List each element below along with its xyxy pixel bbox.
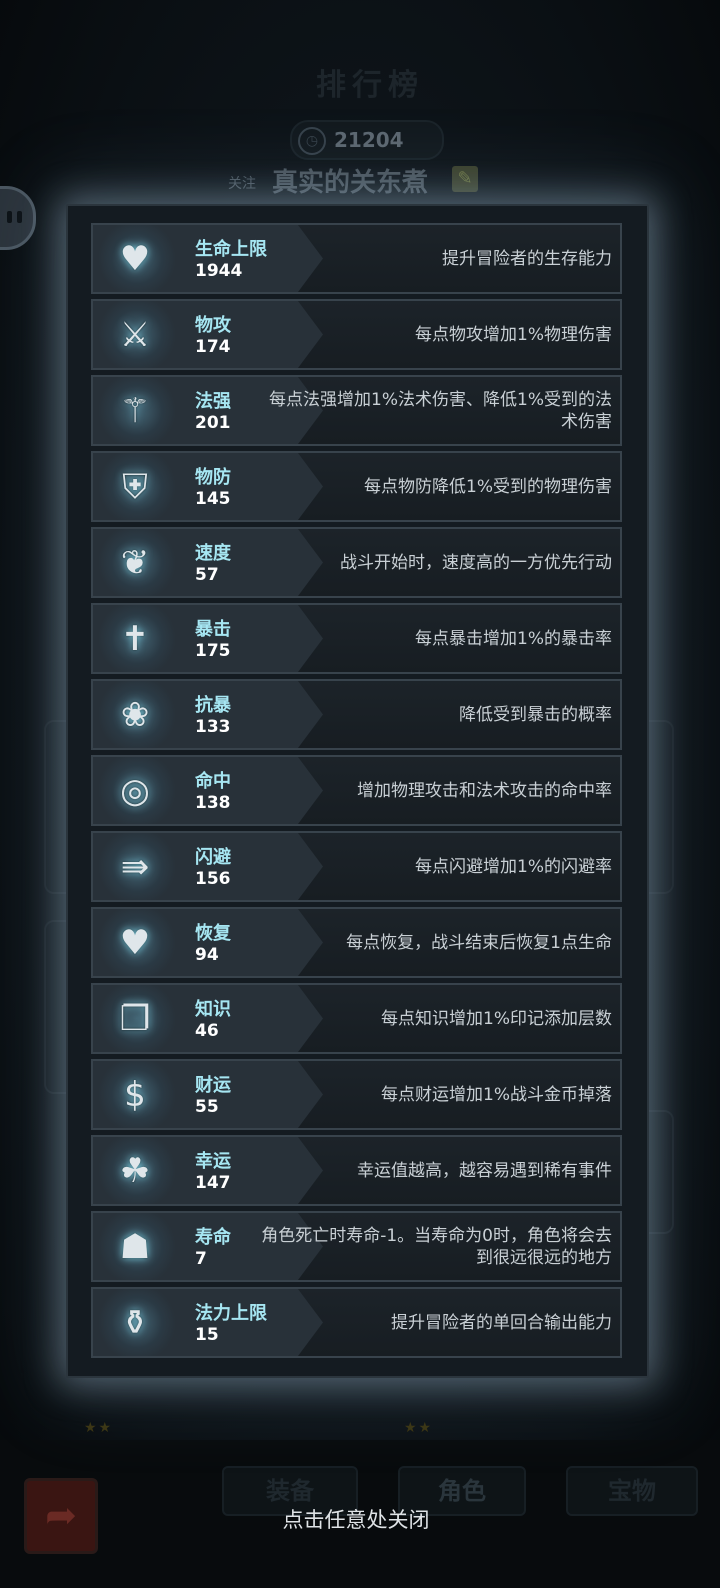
stat-value: 156	[195, 869, 231, 889]
crit-resist-icon: ❀	[120, 695, 150, 735]
stat-value: 55	[195, 1097, 219, 1117]
stat-description: 每点暴击增加1%的暴击率	[415, 628, 612, 649]
coin-icon: $	[124, 1075, 146, 1115]
stat-row-luck: ☘ 幸运 147 幸运值越高，越容易遇到稀有事件	[91, 1135, 622, 1206]
stat-description: 每点物攻增加1%物理伤害	[415, 324, 612, 345]
coin-counter: ◷ 21204	[290, 120, 444, 160]
pause-bar	[7, 211, 12, 223]
stat-label: 寿命	[195, 1227, 231, 1248]
stat-row-physical-defense: ⛨ 物防 145 每点物防降低1%受到的物理伤害	[91, 451, 622, 522]
edit-icon: ✎	[452, 166, 478, 192]
coin-icon: ◷	[298, 127, 326, 155]
stat-description: 每点知识增加1%印记添加层数	[381, 1008, 612, 1029]
magic-staff-icon: ⚚	[119, 391, 151, 431]
stat-row-recovery: ♥ 恢复 94 每点恢复，战斗结束后恢复1点生命	[91, 907, 622, 978]
heart-up-icon: ♥	[119, 239, 151, 279]
stat-row-hp: ♥ 生命上限 1944 提升冒险者的生存能力	[91, 223, 622, 294]
background-title: 排行榜	[316, 68, 424, 103]
stat-value: 7	[195, 1249, 207, 1269]
stat-value: 94	[195, 945, 219, 965]
stat-value: 46	[195, 1021, 219, 1041]
sword-icon: ⚔	[119, 315, 151, 355]
coin-amount: 21204	[334, 128, 404, 152]
stat-row-crit: ✝ 暴击 175 每点暴击增加1%的暴击率	[91, 603, 622, 674]
stat-description: 降低受到暴击的概率	[459, 704, 612, 725]
stat-value: 57	[195, 565, 219, 585]
clover-icon: ☘	[119, 1151, 151, 1191]
stat-value: 138	[195, 793, 231, 813]
stat-label: 抗暴	[195, 695, 231, 716]
winged-boot-icon: ❦	[120, 543, 150, 583]
stat-row-dodge: ⇛ 闪避 156 每点闪避增加1%的闪避率	[91, 831, 622, 902]
stat-row-wealth: $ 财运 55 每点财运增加1%战斗金币掉落	[91, 1059, 622, 1130]
tombstone-icon: ☗	[119, 1227, 151, 1267]
stat-value: 174	[195, 337, 231, 357]
stat-description: 提升冒险者的单回合输出能力	[391, 1312, 612, 1333]
pause-bar	[17, 211, 22, 223]
player-name: 真实的关东煮	[272, 168, 429, 198]
stat-label: 速度	[195, 543, 231, 564]
stat-label: 物攻	[195, 315, 231, 336]
stat-label: 法强	[195, 391, 231, 412]
stat-label: 恢复	[195, 923, 231, 944]
background-stars: ★★	[84, 1420, 114, 1436]
stat-description: 提升冒险者的生存能力	[442, 248, 612, 269]
stat-description: 增加物理攻击和法术攻击的命中率	[357, 780, 612, 801]
background-stars: ★★	[404, 1420, 434, 1436]
stat-value: 133	[195, 717, 231, 737]
mana-flask-icon: ⚱	[120, 1303, 150, 1343]
heal-heart-icon: ♥	[119, 923, 151, 963]
stat-description: 每点物防降低1%受到的物理伤害	[364, 476, 612, 497]
stat-description: 幸运值越高，越容易遇到稀有事件	[357, 1160, 612, 1181]
stat-value: 201	[195, 413, 231, 433]
book-icon: ❐	[119, 999, 151, 1039]
tap-anywhere-to-close[interactable]: 点击任意处关闭	[0, 1504, 712, 1534]
stat-row-speed: ❦ 速度 57 战斗开始时，速度高的一方优先行动	[91, 527, 622, 598]
stat-row-magic-power: ⚚ 法强 201 每点法强增加1%法术伤害、降低1%受到的法术伤害	[91, 375, 622, 446]
stat-description: 每点财运增加1%战斗金币掉落	[381, 1084, 612, 1105]
stat-label: 幸运	[195, 1151, 231, 1172]
stat-description: 战斗开始时，速度高的一方优先行动	[340, 552, 612, 573]
stat-label: 闪避	[195, 847, 231, 868]
stat-row-max-mana: ⚱ 法力上限 15 提升冒险者的单回合输出能力	[91, 1287, 622, 1358]
stat-label: 知识	[195, 999, 231, 1020]
crit-icon: ✝	[120, 619, 150, 659]
stat-row-accuracy: ◎ 命中 138 增加物理攻击和法术攻击的命中率	[91, 755, 622, 826]
stat-label: 物防	[195, 467, 231, 488]
stat-label: 命中	[195, 771, 231, 792]
stat-row-physical-attack: ⚔ 物攻 174 每点物攻增加1%物理伤害	[91, 299, 622, 370]
stat-description: 每点法强增加1%法术伤害、降低1%受到的法术伤害	[269, 389, 612, 432]
stat-value: 147	[195, 1173, 231, 1193]
stat-row-lifespan: ☗ 寿命 7 角色死亡时寿命-1。当寿命为0时，角色将会去到很远很远的地方	[91, 1211, 622, 1282]
armor-icon: ⛨	[122, 467, 148, 507]
stat-description: 每点恢复，战斗结束后恢复1点生命	[346, 932, 612, 953]
stat-value: 175	[195, 641, 231, 661]
stat-description: 角色死亡时寿命-1。当寿命为0时，角色将会去到很远很远的地方	[261, 1225, 612, 1268]
stat-label: 暴击	[195, 619, 231, 640]
attribute-panel: ♥ 生命上限 1944 提升冒险者的生存能力 ⚔ 物攻 174 每点物攻增加1%…	[66, 204, 649, 1378]
stat-row-crit-resist: ❀ 抗暴 133 降低受到暴击的概率	[91, 679, 622, 750]
stat-label: 财运	[195, 1075, 231, 1096]
target-icon: ◎	[120, 771, 150, 811]
stat-value: 145	[195, 489, 231, 509]
follow-label: 关注	[228, 176, 256, 192]
stat-value: 15	[195, 1325, 219, 1345]
stat-description: 每点闪避增加1%的闪避率	[415, 856, 612, 877]
stat-row-knowledge: ❐ 知识 46 每点知识增加1%印记添加层数	[91, 983, 622, 1054]
dodge-icon: ⇛	[120, 847, 150, 887]
stat-value: 1944	[195, 261, 243, 281]
